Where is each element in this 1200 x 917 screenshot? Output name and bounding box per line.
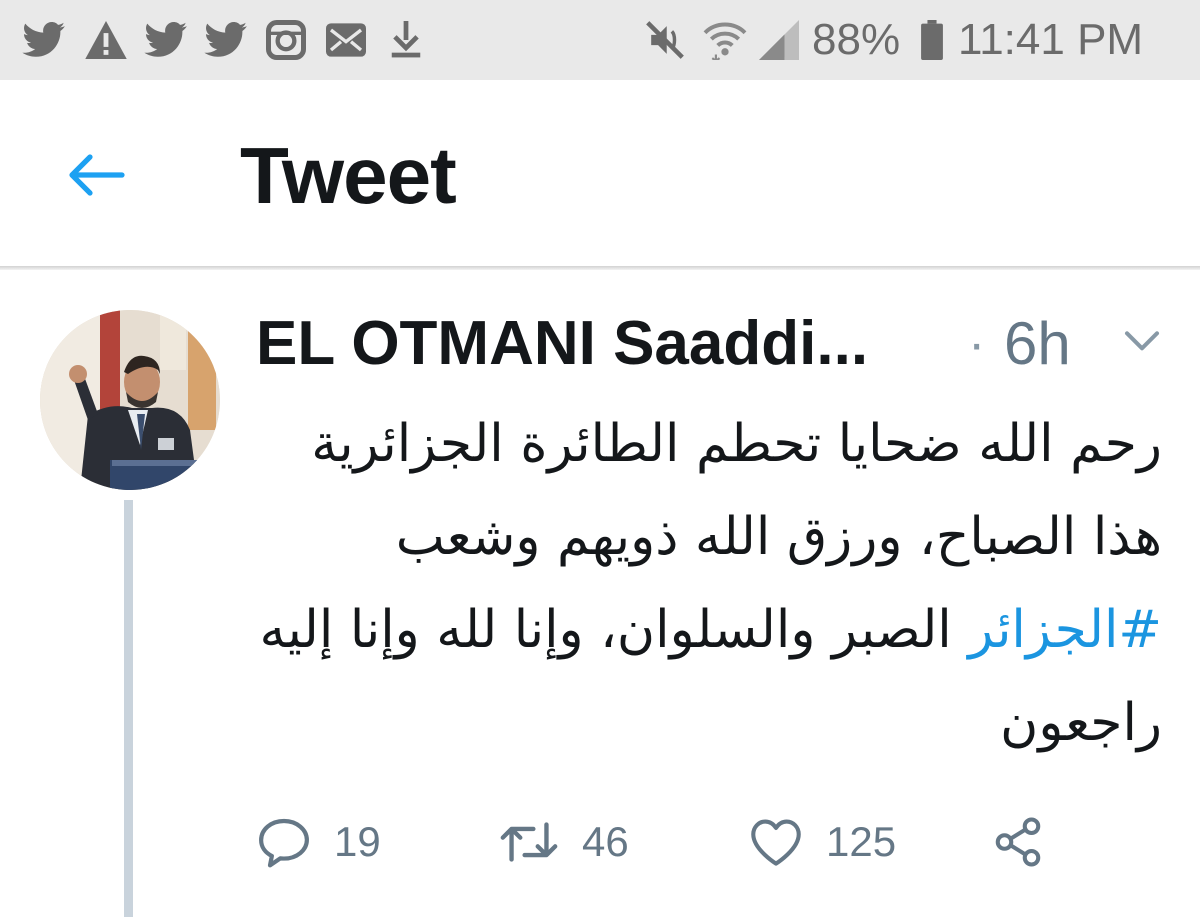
arrow-left-icon (69, 154, 125, 196)
twitter-icon (22, 20, 66, 60)
like-count: 125 (826, 818, 897, 865)
back-button[interactable] (56, 145, 136, 205)
retweet-count: 46 (582, 818, 629, 865)
twitter-icon (204, 20, 248, 60)
signal-icon (756, 20, 802, 60)
separator-dot: · (968, 315, 986, 373)
avatar[interactable] (40, 310, 220, 490)
warning-icon (84, 20, 128, 60)
mail-icon (324, 20, 368, 60)
status-bar: 88% 11:41 PM (0, 0, 1200, 80)
download-icon (384, 20, 428, 60)
thread-line (124, 500, 133, 917)
share-icon (995, 817, 1041, 867)
heart-icon (751, 819, 801, 866)
chevron-down-icon (1125, 331, 1159, 351)
retweet-icon (500, 822, 558, 862)
reply-icon (259, 818, 309, 868)
tweet-menu-button[interactable] (1122, 322, 1162, 358)
clock: 11:41 PM (958, 15, 1144, 64)
header-divider (0, 266, 1200, 270)
mute-icon (642, 20, 688, 60)
battery-icon (918, 20, 946, 60)
twitter-icon (144, 20, 188, 60)
battery-percent: 88% (812, 15, 901, 64)
reply-count: 19 (334, 818, 381, 865)
wifi-icon (702, 20, 748, 60)
hashtag-link[interactable]: #الجزائر (968, 600, 1162, 660)
retweet-button[interactable]: 46 (498, 812, 629, 872)
avatar-photo (40, 310, 220, 490)
reply-button[interactable]: 19 (256, 812, 381, 872)
like-button[interactable]: 125 (748, 812, 896, 872)
tweet-text-part: رحم الله ضحايا تحطم الطائرة الجزائرية هذ… (311, 414, 1162, 567)
share-button[interactable] (990, 812, 1046, 872)
tweet-text: رحم الله ضحايا تحطم الطائرة الجزائرية هذ… (250, 398, 1162, 770)
top-app-bar (0, 80, 1200, 268)
tweet-timestamp[interactable]: 6h (1004, 308, 1071, 380)
instagram-icon (264, 20, 308, 60)
author-name[interactable]: EL OTMANI Saaddi... (256, 308, 868, 380)
page-title: Tweet (240, 131, 457, 220)
